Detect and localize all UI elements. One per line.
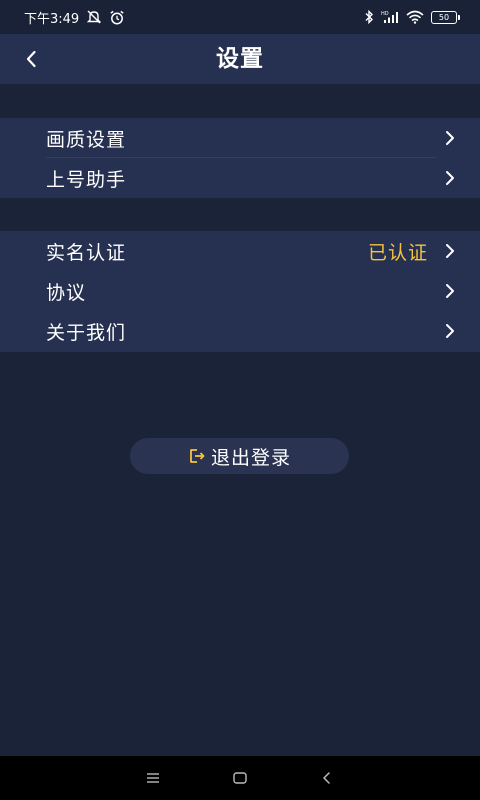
status-bar: 下午3:49 HD 50 xyxy=(0,0,480,34)
home-icon xyxy=(233,772,247,784)
mute-icon xyxy=(86,9,102,25)
row-picture-quality[interactable]: 画质设置 xyxy=(0,118,480,158)
menu-button[interactable] xyxy=(141,766,165,790)
menu-icon xyxy=(147,773,160,783)
battery-level: 50 xyxy=(431,10,457,24)
battery-tip xyxy=(458,14,460,20)
settings-group-1: 画质设置 上号助手 xyxy=(0,118,480,198)
bluetooth-icon xyxy=(364,9,374,25)
chevron-right-icon xyxy=(444,130,456,146)
auth-status-value: 已认证 xyxy=(367,241,428,264)
row-label: 上号助手 xyxy=(46,168,127,191)
system-nav-bar xyxy=(0,756,480,800)
row-about-us[interactable]: 关于我们 xyxy=(0,311,480,351)
chevron-right-icon xyxy=(444,170,456,186)
row-real-name-auth[interactable]: 实名认证 已认证 xyxy=(0,231,480,271)
alarm-icon xyxy=(109,9,125,25)
logout-label: 退出登录 xyxy=(210,446,291,469)
svg-text:HD: HD xyxy=(381,11,389,17)
chevron-right-icon xyxy=(444,283,456,299)
status-right: HD 50 xyxy=(364,9,460,25)
row-agreement[interactable]: 协议 xyxy=(0,271,480,311)
page-title: 设置 xyxy=(216,46,264,72)
logout-button[interactable]: 退出登录 xyxy=(130,438,349,474)
wifi-icon xyxy=(406,9,424,25)
battery-icon: 50 xyxy=(431,10,460,24)
status-time: 下午3:49 xyxy=(24,11,80,27)
row-label: 关于我们 xyxy=(46,321,127,344)
home-button[interactable] xyxy=(228,766,252,790)
settings-screen: 下午3:49 HD 50 设置 画质设置 上号助手 实名认证 已认证 协议 关于… xyxy=(0,0,480,800)
row-account-helper[interactable]: 上号助手 xyxy=(0,158,480,198)
signal-icon: HD xyxy=(381,9,399,25)
header-bar: 设置 xyxy=(0,34,480,84)
logout-icon xyxy=(190,449,205,463)
settings-group-2: 实名认证 已认证 协议 关于我们 xyxy=(0,231,480,352)
status-left: 下午3:49 xyxy=(24,8,125,27)
row-label: 画质设置 xyxy=(46,128,127,151)
nav-back-button[interactable] xyxy=(315,766,339,790)
back-icon xyxy=(322,772,330,784)
chevron-right-icon xyxy=(444,323,456,339)
chevron-right-icon xyxy=(444,243,456,259)
row-label: 实名认证 xyxy=(46,241,127,264)
row-label: 协议 xyxy=(46,281,87,304)
